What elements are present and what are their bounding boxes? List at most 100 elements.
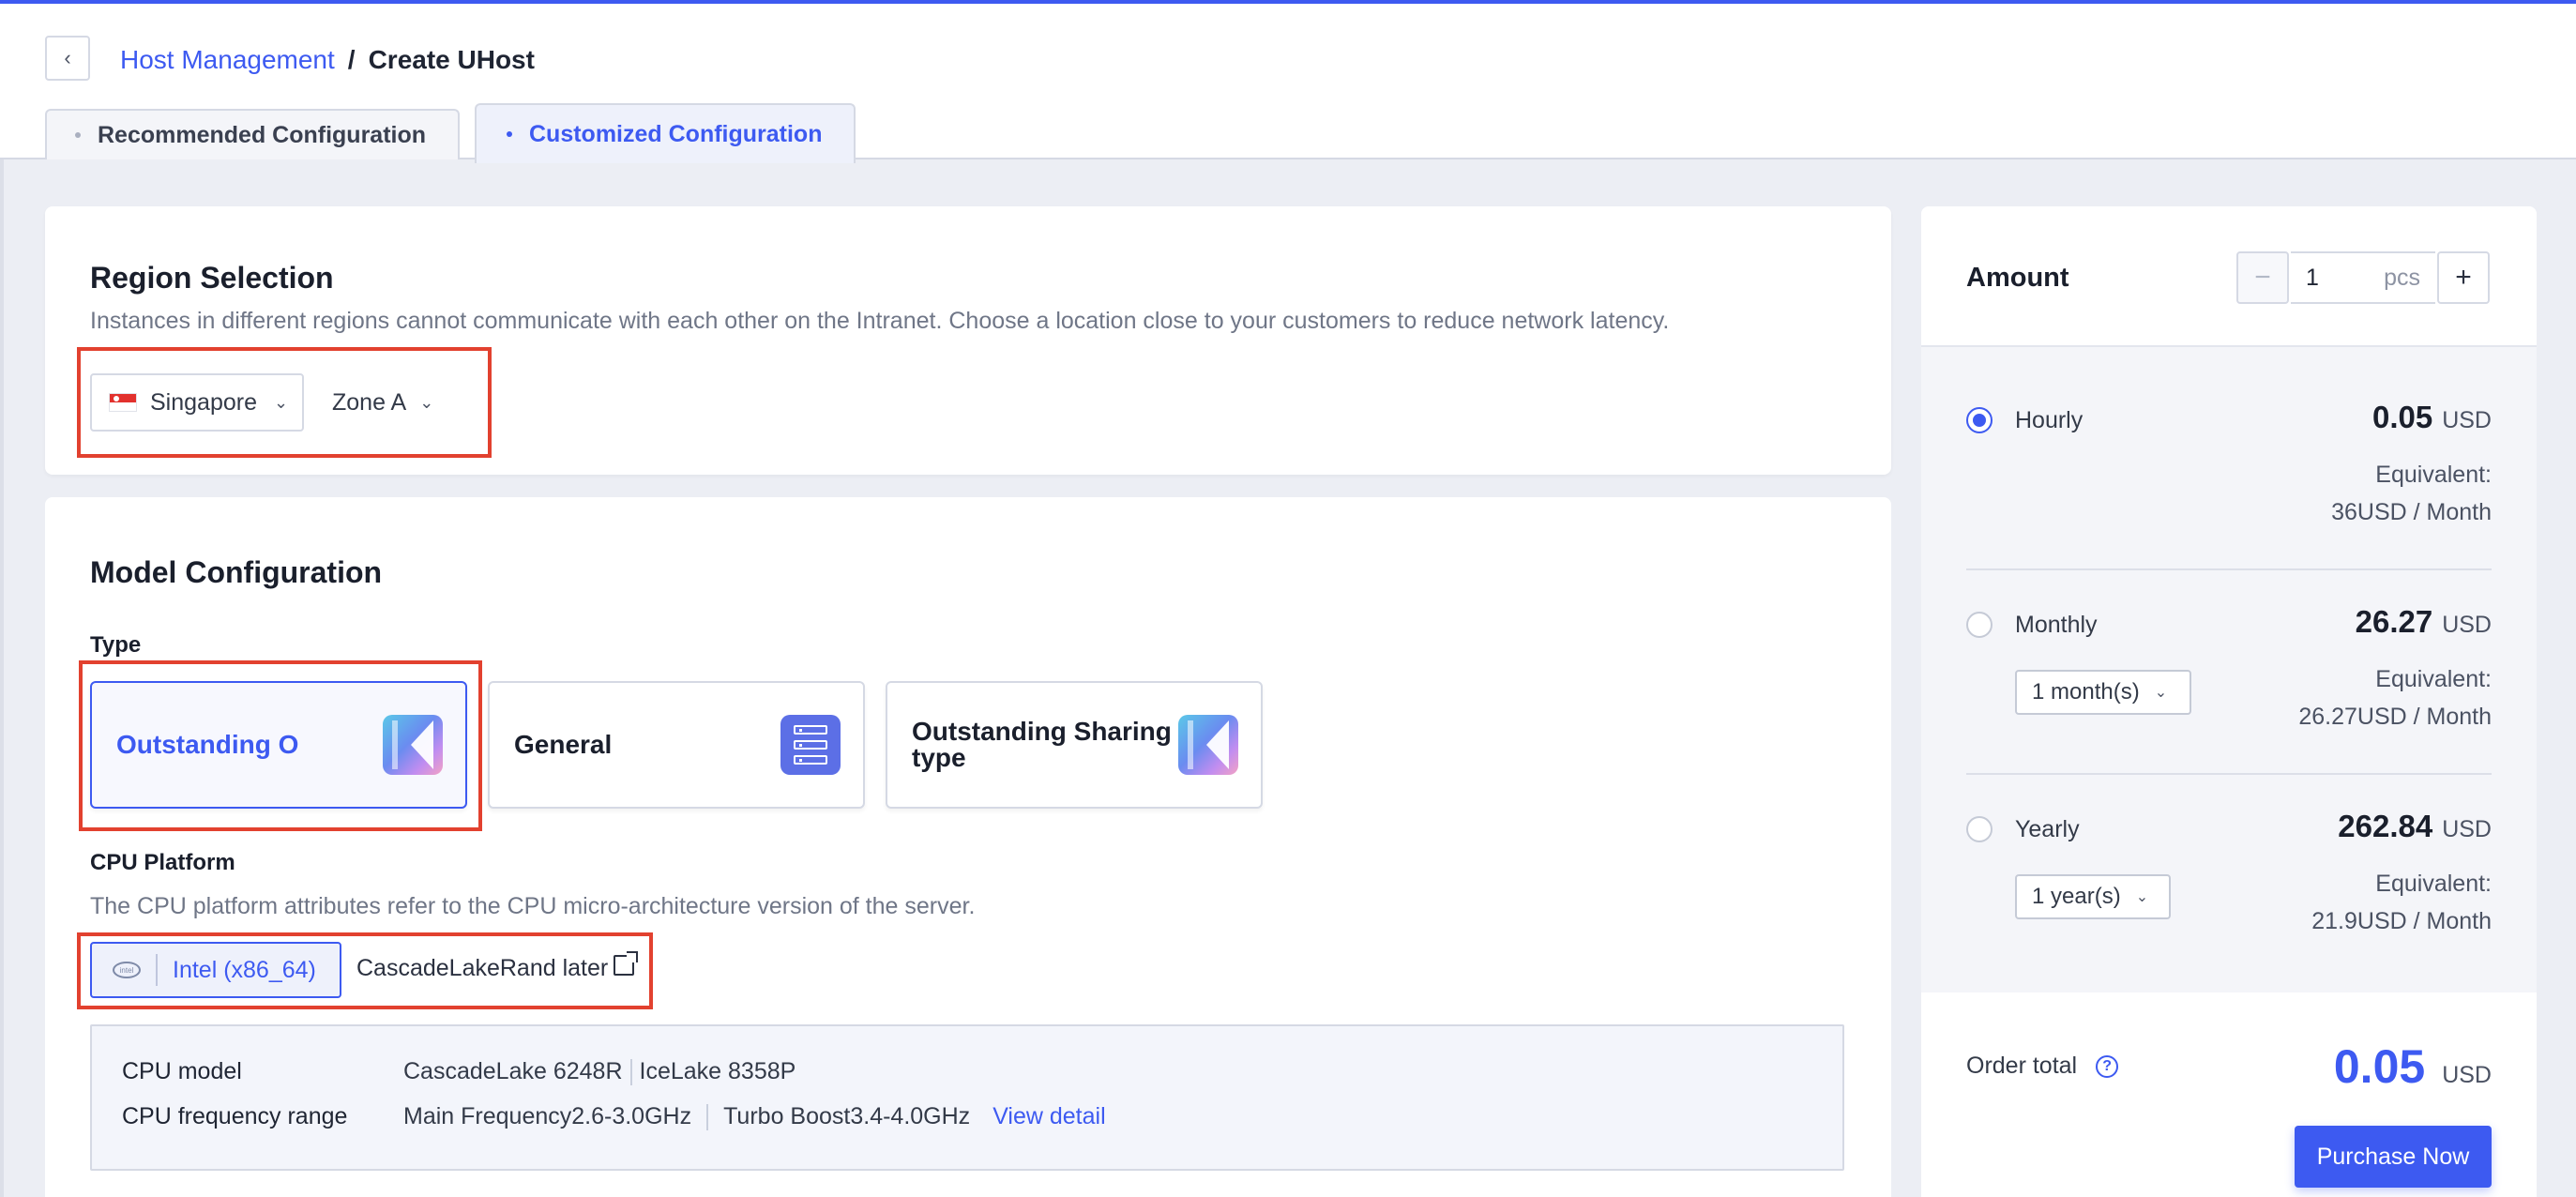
cpu-platform-description: The CPU platform attributes refer to the… <box>90 893 976 919</box>
order-total-value: 0.05 USD <box>2334 1039 2492 1094</box>
type-card-outstanding-o[interactable]: Outstanding O <box>90 681 467 809</box>
tab-customized-configuration[interactable]: Customized Configuration <box>475 103 856 163</box>
server-icon <box>780 715 841 775</box>
order-total-amount: 0.05 <box>2333 1040 2426 1093</box>
price-currency: USD <box>2442 816 2492 842</box>
type-label: Type <box>90 632 142 658</box>
equivalent-value: 36USD / Month <box>2331 499 2492 525</box>
divider <box>1966 568 2492 570</box>
cpu-model-value: CascadeLake 6248R <box>403 1058 623 1084</box>
outstanding-sharing-icon <box>1178 715 1238 775</box>
price-currency: USD <box>2442 612 2492 638</box>
page-title: Create UHost <box>368 45 535 74</box>
radio-monthly[interactable] <box>1966 612 1993 638</box>
tab-dot-icon <box>75 132 81 138</box>
tab-label: Customized Configuration <box>529 120 823 147</box>
purchase-now-button[interactable]: Purchase Now <box>2295 1126 2492 1188</box>
cpu-frequency-key: CPU frequency range <box>122 1103 348 1129</box>
monthly-period-select[interactable]: 1 month(s) ⌄ <box>2015 670 2191 715</box>
plus-icon: + <box>2455 262 2472 293</box>
back-button[interactable]: ‹ <box>45 36 90 81</box>
divider <box>706 1103 709 1130</box>
quantity-increase-button[interactable]: + <box>2437 251 2490 304</box>
period-select-value: 1 year(s) <box>2032 884 2121 909</box>
billing-option-equivalent: Equivalent: 36USD / Month <box>2331 456 2492 531</box>
billing-option-name: Monthly <box>2015 612 2098 638</box>
order-total-label: Order total ? <box>1966 1053 2119 1080</box>
divider <box>629 1058 632 1085</box>
price-value: 262.84 <box>2338 809 2433 843</box>
quantity-input[interactable]: 1 pcs <box>2291 251 2435 304</box>
chevron-left-icon: ‹ <box>64 46 71 69</box>
chevron-down-icon: ⌄ <box>2135 889 2149 905</box>
cpu-model-key: CPU model <box>122 1058 242 1084</box>
left-edge <box>0 159 4 1197</box>
billing-option-monthly[interactable]: Monthly 26.27 USD 1 month(s) ⌄ Equivalent… <box>1966 604 2492 754</box>
type-card-general[interactable]: General <box>488 681 865 809</box>
type-card-label: General <box>514 730 613 759</box>
singapore-flag-icon <box>109 393 137 412</box>
divider <box>1966 773 2492 775</box>
quantity-unit: pcs <box>2384 264 2420 291</box>
breadcrumb: Host Management / Create UHost <box>120 41 535 79</box>
intel-platform-button[interactable]: intel Intel (x86_64) <box>90 942 341 998</box>
quantity-decrease-button[interactable]: − <box>2236 251 2289 304</box>
model-configuration-panel: Model Configuration Type Outstanding O G… <box>45 497 1891 1197</box>
region-section-title: Region Selection <box>90 261 334 295</box>
platform-extra-text: CascadeLakeRand later <box>356 955 609 981</box>
radio-hourly[interactable] <box>1966 407 1993 433</box>
billing-option-price: 0.05 USD <box>2372 400 2492 435</box>
model-section-title: Model Configuration <box>90 555 383 589</box>
equivalent-label: Equivalent: <box>2375 666 2492 692</box>
chevron-down-icon: ⌄ <box>273 392 289 412</box>
zone-select-value: Zone A <box>332 388 407 416</box>
breadcrumb-separator: / <box>347 45 356 74</box>
region-selection-panel: Region Selection Instances in different … <box>45 206 1891 475</box>
tab-label: Recommended Configuration <box>98 121 427 148</box>
equivalent-label: Equivalent: <box>2375 462 2492 488</box>
type-card-label: Outstanding Sharing type <box>912 717 1172 772</box>
tab-dot-icon <box>507 131 512 137</box>
external-link-icon[interactable] <box>614 951 638 976</box>
radio-yearly[interactable] <box>1966 816 1993 842</box>
cpu-frequency-value: Main Frequency2.6-3.0GHz <box>403 1103 692 1129</box>
billing-option-price: 262.84 USD <box>2338 809 2492 844</box>
cpu-model-value: IceLake 8358P <box>639 1058 796 1084</box>
price-value: 26.27 <box>2355 604 2433 639</box>
equivalent-label: Equivalent: <box>2375 871 2492 897</box>
cpu-frequency-value: Turbo Boost3.4-4.0GHz <box>723 1103 971 1129</box>
billing-option-name: Hourly <box>2015 407 2084 433</box>
minus-icon: − <box>2254 262 2271 293</box>
help-icon[interactable]: ? <box>2096 1054 2119 1078</box>
period-select-value: 1 month(s) <box>2032 679 2140 705</box>
billing-option-equivalent: Equivalent: 26.27USD / Month <box>2298 660 2492 735</box>
billing-option-hourly[interactable]: Hourly 0.05 USD Equivalent: 36USD / Month <box>1966 400 2492 550</box>
billing-option-price: 26.27 USD <box>2356 604 2492 640</box>
tab-recommended-configuration[interactable]: Recommended Configuration <box>45 109 460 159</box>
order-total-text: Order total <box>1966 1053 2078 1079</box>
equivalent-value: 21.9USD / Month <box>2311 908 2492 934</box>
quantity-value: 1 <box>2306 264 2319 291</box>
breadcrumb-host-management[interactable]: Host Management <box>120 45 335 75</box>
yearly-period-select[interactable]: 1 year(s) ⌄ <box>2015 874 2171 919</box>
cpu-frequency-row: CPU frequency range Main Frequency2.6-3.… <box>122 1103 1106 1130</box>
type-card-label: Outstanding O <box>116 730 299 759</box>
page-header: ‹ Host Management / Create UHost Recomme… <box>0 4 2576 163</box>
type-card-outstanding-sharing[interactable]: Outstanding Sharing type <box>886 681 1263 809</box>
region-description: Instances in different regions cannot co… <box>90 308 1670 334</box>
divider <box>156 954 158 986</box>
view-detail-link[interactable]: View detail <box>993 1103 1105 1130</box>
region-select[interactable]: Singapore ⌄ <box>90 373 304 432</box>
intel-logo-icon: intel <box>113 962 141 978</box>
equivalent-value: 26.27USD / Month <box>2298 704 2492 730</box>
region-select-value: Singapore <box>150 388 257 416</box>
platform-button-label: Intel (x86_64) <box>173 956 316 983</box>
cpu-platform-label: CPU Platform <box>90 850 235 875</box>
billing-option-yearly[interactable]: Yearly 262.84 USD 1 year(s) ⌄ Equivalent:… <box>1966 809 2492 959</box>
chevron-down-icon: ⌄ <box>2154 685 2168 701</box>
cpu-model-row: CPU model CascadeLake 6248R IceLake 8358… <box>122 1058 796 1085</box>
amount-label: Amount <box>1966 263 2069 293</box>
chevron-down-icon: ⌄ <box>419 392 434 412</box>
amount-bar: Amount − 1 pcs + <box>1921 206 2537 347</box>
zone-select[interactable]: Zone A ⌄ <box>332 373 445 432</box>
